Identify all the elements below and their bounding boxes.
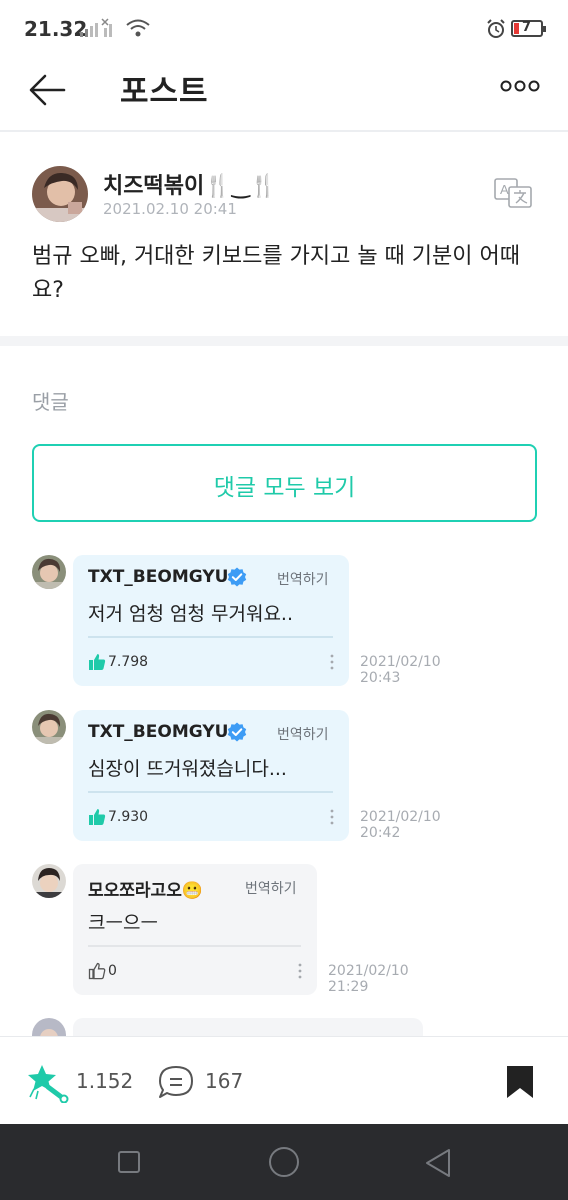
thumbs-up-icon[interactable]	[88, 653, 106, 671]
system-back-icon[interactable]	[424, 1148, 452, 1178]
translate-button[interactable]: 번역하기	[277, 569, 329, 589]
avatar[interactable]	[32, 1018, 66, 1036]
like-count: 7.798	[108, 654, 149, 670]
page-title: 포스트	[120, 74, 209, 110]
comment-separator	[88, 791, 333, 793]
comment-bubble: 모오쪼라고오😬 번역하기 크ㅡ으ㅡ 0	[73, 864, 317, 995]
view-all-comments-button[interactable]: 댓글 모두 보기	[32, 444, 537, 522]
like-count: 7.930	[108, 809, 149, 825]
comment-text: 심장이 뜨거워졌습니다...	[88, 758, 287, 780]
comment-bubble	[73, 1018, 423, 1036]
alarm-icon	[487, 19, 505, 38]
comment-author[interactable]: TXT_BEOMGYU	[88, 722, 228, 742]
back-arrow-icon[interactable]	[28, 70, 68, 110]
post-body: 범규 오빠, 거대한 키보드를 가지고 놀 때 기분이 어때요?	[32, 244, 520, 303]
comment-author[interactable]: 모오쪼라고오😬	[88, 876, 203, 901]
home-icon[interactable]	[269, 1147, 299, 1177]
thumbs-up-icon[interactable]	[88, 962, 106, 980]
comment-timestamp: 2021/02/10 20:43	[360, 654, 441, 686]
post: 치즈떡볶이🍴‿🍴 2021.02.10 20:41 A 범규 오빠, 거대한 키…	[0, 132, 568, 336]
recent-apps-icon[interactable]	[118, 1151, 140, 1173]
comment-separator	[88, 636, 333, 638]
comments-heading: 댓글	[32, 390, 69, 414]
comment-date: 2021/02/10	[360, 809, 441, 825]
comment-author[interactable]: TXT_BEOMGYU	[88, 567, 228, 587]
comment-bubble: TXT_BEOMGYU 번역하기 심장이 뜨거워졌습니다... 7.930	[73, 710, 349, 841]
cheer-icon[interactable]	[26, 1063, 70, 1103]
avatar[interactable]	[32, 555, 66, 589]
kebab-menu-icon[interactable]	[329, 808, 335, 826]
battery-level	[514, 23, 519, 34]
comment-time: 20:43	[360, 670, 401, 686]
svg-text:A: A	[500, 182, 509, 197]
verified-icon	[227, 567, 247, 587]
translate-icon[interactable]: A	[494, 178, 534, 208]
bottom-action-bar: 1.152 167	[0, 1036, 568, 1124]
post-author[interactable]: 치즈떡볶이🍴‿🍴	[103, 168, 277, 200]
avatar[interactable]	[32, 864, 66, 898]
signal-icon	[80, 18, 112, 37]
section-divider	[0, 336, 568, 346]
translate-button[interactable]: 번역하기	[277, 724, 329, 744]
battery-icon: 7	[511, 20, 546, 37]
view-all-comments-label: 댓글 모두 보기	[213, 475, 356, 501]
translate-button[interactable]: 번역하기	[245, 878, 297, 898]
comment-text: 크ㅡ으ㅡ	[88, 912, 158, 934]
cheer-count: 1.152	[76, 1069, 134, 1093]
thumbs-up-icon[interactable]	[88, 808, 106, 826]
header: 포스트	[0, 60, 568, 132]
comment-separator	[88, 945, 301, 947]
more-icon[interactable]	[498, 74, 542, 98]
comment-icon[interactable]	[157, 1065, 195, 1099]
comment-time: 21:29	[328, 979, 369, 995]
kebab-menu-icon[interactable]	[329, 653, 335, 671]
wifi-icon	[126, 19, 150, 37]
system-nav-bar	[0, 1124, 568, 1200]
comment-date: 2021/02/10	[328, 963, 409, 979]
avatar[interactable]	[32, 710, 66, 744]
comment-bubble: TXT_BEOMGYU 번역하기 저거 엄청 엄청 무거워요.. 7.798	[73, 555, 349, 686]
kebab-menu-icon[interactable]	[297, 962, 303, 980]
post-date: 2021.02.10 20:41	[103, 200, 237, 218]
avatar[interactable]	[32, 166, 88, 222]
verified-icon	[227, 722, 247, 742]
comment-time: 20:42	[360, 825, 401, 841]
comment-timestamp: 2021/02/10 20:42	[360, 809, 441, 841]
comment-timestamp: 2021/02/10 21:29	[328, 963, 409, 995]
like-count: 0	[108, 963, 117, 979]
battery-level-text: 7	[522, 20, 532, 35]
bookmark-icon[interactable]	[506, 1065, 534, 1099]
comment-count: 167	[205, 1069, 244, 1093]
status-time: 21.32	[24, 17, 88, 41]
status-bar: 21.32 7	[0, 0, 568, 60]
comment-date: 2021/02/10	[360, 654, 441, 670]
comment-text: 저거 엄청 엄청 무거워요..	[88, 603, 293, 625]
